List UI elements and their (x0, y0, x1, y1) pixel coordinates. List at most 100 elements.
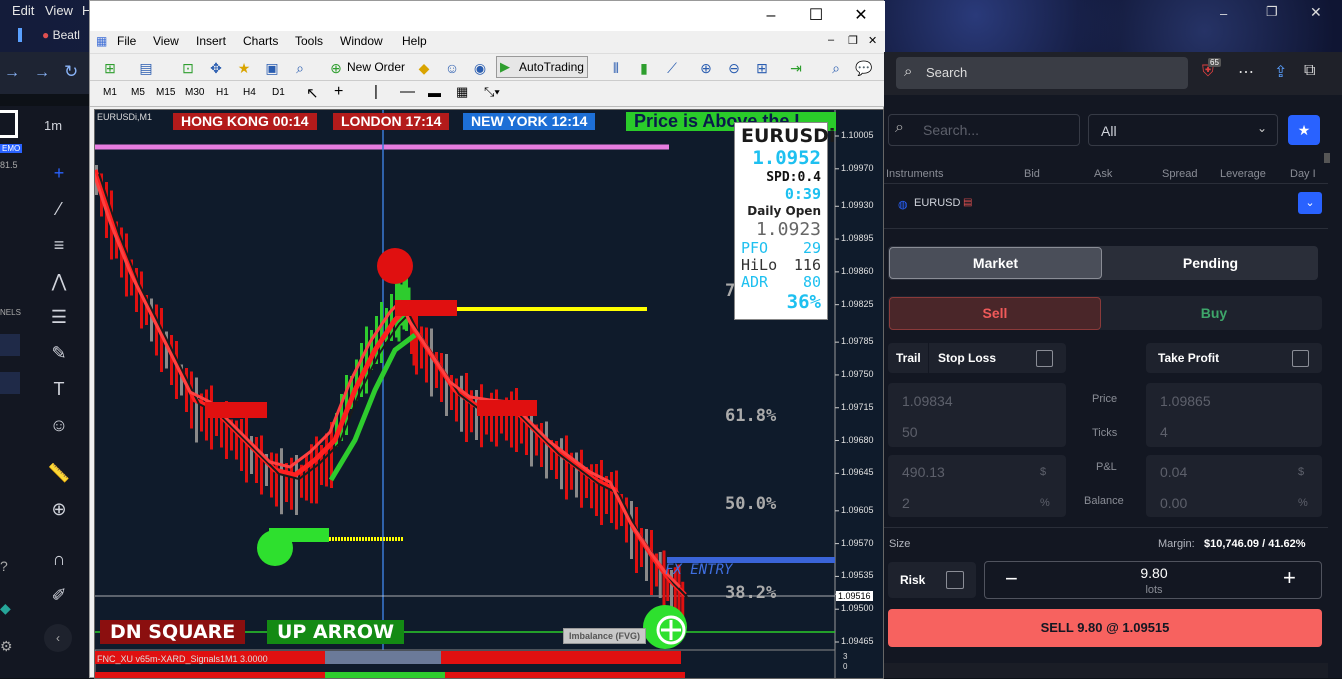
sl-ticks-input[interactable]: 50 (902, 424, 918, 440)
line-chart-icon[interactable]: ⟋ (662, 58, 682, 78)
arrow-right-icon[interactable]: → (34, 64, 50, 82)
zoom-icon[interactable]: ⊕ (46, 496, 72, 522)
people-icon[interactable]: ☺ (442, 58, 462, 78)
hline-icon[interactable]: — (400, 83, 415, 100)
chat-icon[interactable]: 💬 (854, 58, 874, 78)
menu-window[interactable]: Window (340, 34, 383, 48)
tp-ticks-input[interactable]: 4 (1160, 424, 1168, 440)
tf-m5[interactable]: M5 (131, 87, 145, 98)
taskbar-tab[interactable]: ● Beatl (42, 28, 80, 42)
profiles-icon[interactable]: ▤ (136, 58, 156, 78)
take-profit-checkbox[interactable] (1292, 350, 1309, 367)
horizontal-lines-icon[interactable]: ≡ (46, 232, 72, 258)
signals-icon[interactable]: ◉ (470, 58, 490, 78)
maximize-icon[interactable]: ☐ (801, 5, 831, 27)
crosshair-tool-icon[interactable]: + (334, 83, 343, 101)
favorites-button[interactable]: ★ (1288, 115, 1320, 145)
menu-insert[interactable]: Insert (196, 34, 226, 48)
submit-sell-button[interactable]: SELL 9.80 @ 1.09515 (888, 609, 1322, 647)
autoscroll-icon[interactable]: ⇥ (786, 58, 806, 78)
share-icon[interactable]: ⇪ (1274, 62, 1287, 82)
tab-sell[interactable]: Sell (889, 297, 1101, 330)
cursor-icon[interactable]: ↖ (306, 84, 319, 102)
new-order-icon[interactable]: ⊕ (326, 58, 346, 78)
settings-icon[interactable]: ⚙ (0, 638, 13, 655)
forward-icon[interactable]: → (4, 64, 20, 82)
new-chart-icon[interactable]: ⊞ (100, 58, 120, 78)
instrument-search[interactable]: ⌕ Search... (888, 114, 1080, 146)
favorites-icon[interactable]: ★ (234, 58, 254, 78)
sl-pct-input[interactable]: 2 (902, 495, 910, 511)
emoji-icon[interactable]: ☺ (46, 412, 72, 438)
menu-file[interactable]: File (117, 34, 136, 48)
tp-price-input[interactable]: 1.09865 (1160, 393, 1211, 409)
tf-m15[interactable]: M15 (156, 87, 175, 98)
terminal-icon[interactable]: ▣ (262, 58, 282, 78)
brush-icon[interactable]: ✎ (46, 340, 72, 366)
zoom-in-icon[interactable]: ⊕ (696, 58, 716, 78)
sidebar-icon-2[interactable] (0, 372, 20, 394)
sl-pnl-input[interactable]: 490.13 (902, 464, 945, 480)
browser-search-box[interactable]: ⌕ Search (896, 57, 1188, 89)
browser-restore-icon[interactable]: ❐ (1266, 4, 1278, 20)
pattern-icon[interactable]: ⋀ (46, 268, 72, 294)
menu-view[interactable]: View (45, 3, 73, 18)
menu-tools[interactable]: Tools (295, 34, 323, 48)
minimize-icon[interactable]: – (756, 5, 786, 27)
search-icon[interactable]: ⌕ (826, 58, 846, 78)
tp-pnl-balance[interactable]: 0.04 $ 0.00 % (1146, 455, 1322, 517)
child-close-icon[interactable]: ✕ (868, 34, 877, 47)
help-icon[interactable]: ? (0, 558, 8, 574)
puzzle-icon[interactable]: ⧉ (1304, 62, 1315, 80)
risk-checkbox[interactable] (946, 571, 964, 589)
bar-chart-icon[interactable]: ⫴ (606, 58, 626, 78)
menu-view-mt4[interactable]: View (153, 34, 179, 48)
sl-pnl-balance[interactable]: 490.13 $ 2 % (888, 455, 1066, 517)
zoom-out-icon[interactable]: ⊖ (724, 58, 744, 78)
tf-m30[interactable]: M30 (185, 87, 204, 98)
timeframe-button[interactable]: 1m (44, 118, 62, 133)
close-icon[interactable]: ✕ (846, 5, 876, 27)
tp-price-ticks[interactable]: 1.09865 4 (1146, 383, 1322, 447)
browser-close-icon[interactable]: ✕ (1310, 4, 1322, 21)
child-restore-icon[interactable]: ❐ (848, 34, 858, 47)
tab-buy[interactable]: Buy (1106, 297, 1322, 330)
metaeditor-icon[interactable]: ◆ (414, 58, 434, 78)
autotrading-button[interactable]: ▶ AutoTrading (496, 56, 588, 78)
menu-help[interactable]: Help (402, 34, 427, 48)
channel-icon[interactable]: ▦ (456, 84, 468, 100)
tile-icon[interactable]: ⊞ (752, 58, 772, 78)
trail-button[interactable]: Trail (896, 351, 921, 365)
plus-icon[interactable]: + (1283, 565, 1296, 591)
tf-m1[interactable]: M1 (103, 87, 117, 98)
extensions-icon[interactable]: ⋯ (1238, 62, 1254, 82)
menu-charts[interactable]: Charts (243, 34, 278, 48)
scrollbar[interactable] (1324, 153, 1330, 163)
price-chart[interactable]: EURUSDi,M1 HONG KONG 00:14 LONDON 17:14 … (94, 109, 884, 679)
tab-market[interactable]: Market (889, 247, 1102, 279)
sl-price-input[interactable]: 1.09834 (902, 393, 953, 409)
candles-icon[interactable]: ▮ (634, 58, 654, 78)
navigator-icon[interactable]: ✥ (206, 58, 226, 78)
tab-pending[interactable]: Pending (1104, 247, 1317, 279)
filter-select[interactable]: All ⌄ (1088, 114, 1278, 146)
magnet-icon[interactable]: ∩ (46, 546, 72, 572)
tf-d1[interactable]: D1 (272, 87, 285, 98)
ruler-icon[interactable]: 📏 (46, 460, 72, 486)
sidebar-icon-active[interactable] (0, 334, 20, 356)
reload-icon[interactable]: ↻ (64, 62, 78, 82)
trendline-icon[interactable]: ⁄ (46, 196, 72, 222)
child-minimize-icon[interactable]: – (828, 34, 834, 46)
lots-stepper[interactable]: − 9.80 lots + (984, 561, 1322, 599)
tp-pct-input[interactable]: 0.00 (1160, 495, 1187, 511)
tp-pnl-input[interactable]: 0.04 (1160, 464, 1187, 480)
fib-icon[interactable]: ☰ (46, 304, 72, 330)
rectangle-icon[interactable]: ▬ (428, 85, 441, 100)
collapse-symbol-button[interactable]: ⌄ (1298, 192, 1322, 214)
lock-icon[interactable]: ✐ (46, 582, 72, 608)
crosshair-icon[interactable]: + (46, 160, 72, 186)
taskbar-icon[interactable] (18, 28, 22, 42)
tf-h1[interactable]: H1 (216, 87, 229, 98)
collapse-icon[interactable]: ‹ (44, 624, 72, 652)
new-order-button[interactable]: New Order (347, 60, 405, 74)
